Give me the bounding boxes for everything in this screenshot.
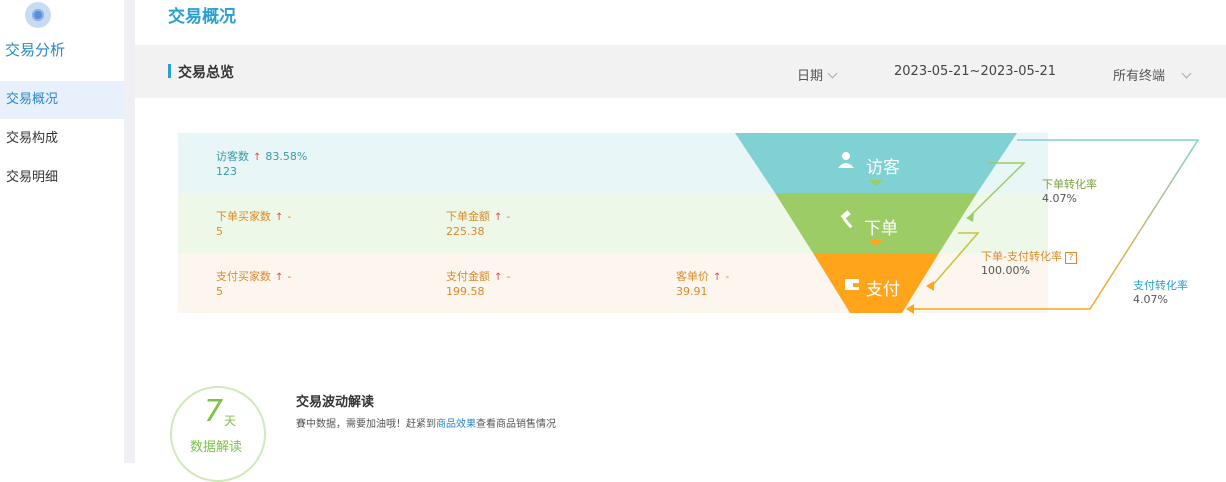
- help-icon[interactable]: ?: [1064, 252, 1077, 264]
- badge-unit: 天: [224, 414, 237, 428]
- pay-rate-label: 支付转化率: [1133, 279, 1188, 292]
- pay-rate-annotation: 支付转化率 4.07%: [1133, 279, 1188, 307]
- funnel-label-visit: 访客: [866, 158, 900, 178]
- order-pay-rate-value: 100.00%: [981, 264, 1030, 277]
- funnel-diagram: [735, 133, 1200, 314]
- wave-title: 交易波动解读: [296, 395, 375, 410]
- wave-text-suffix: 查看商品销售情况: [476, 419, 556, 430]
- seven-day-badge: 7 天 数据解读: [170, 386, 266, 482]
- order-rate-annotation: 下单转化率 4.07%: [1042, 178, 1097, 206]
- product-effect-link[interactable]: 商品效果: [436, 419, 476, 430]
- order-pay-rate-label: 下单-支付转化率: [981, 250, 1062, 263]
- pay-rate-value: 4.07%: [1133, 293, 1168, 306]
- funnel-label-pay: 支付: [866, 280, 900, 300]
- wave-text-prefix: 賽中数据，需要加油哦！赶紧到: [296, 419, 436, 430]
- order-rate-label: 下单转化率: [1042, 178, 1097, 191]
- connector-arrowhead: [906, 304, 914, 314]
- connector-arrowhead: [926, 281, 934, 291]
- connector-arrowhead: [966, 213, 974, 222]
- badge-number: 7: [204, 394, 224, 429]
- order-pay-rate-annotation: 下单-支付转化率? 100.00%: [981, 250, 1077, 278]
- badge-subtitle: 数据解读: [190, 440, 243, 455]
- order-rate-value: 4.07%: [1042, 192, 1077, 205]
- funnel-label-order: 下单: [864, 219, 898, 239]
- wallet-icon: [845, 279, 859, 290]
- wave-description: 賽中数据，需要加油哦！赶紧到商品效果查看商品销售情况: [296, 415, 556, 430]
